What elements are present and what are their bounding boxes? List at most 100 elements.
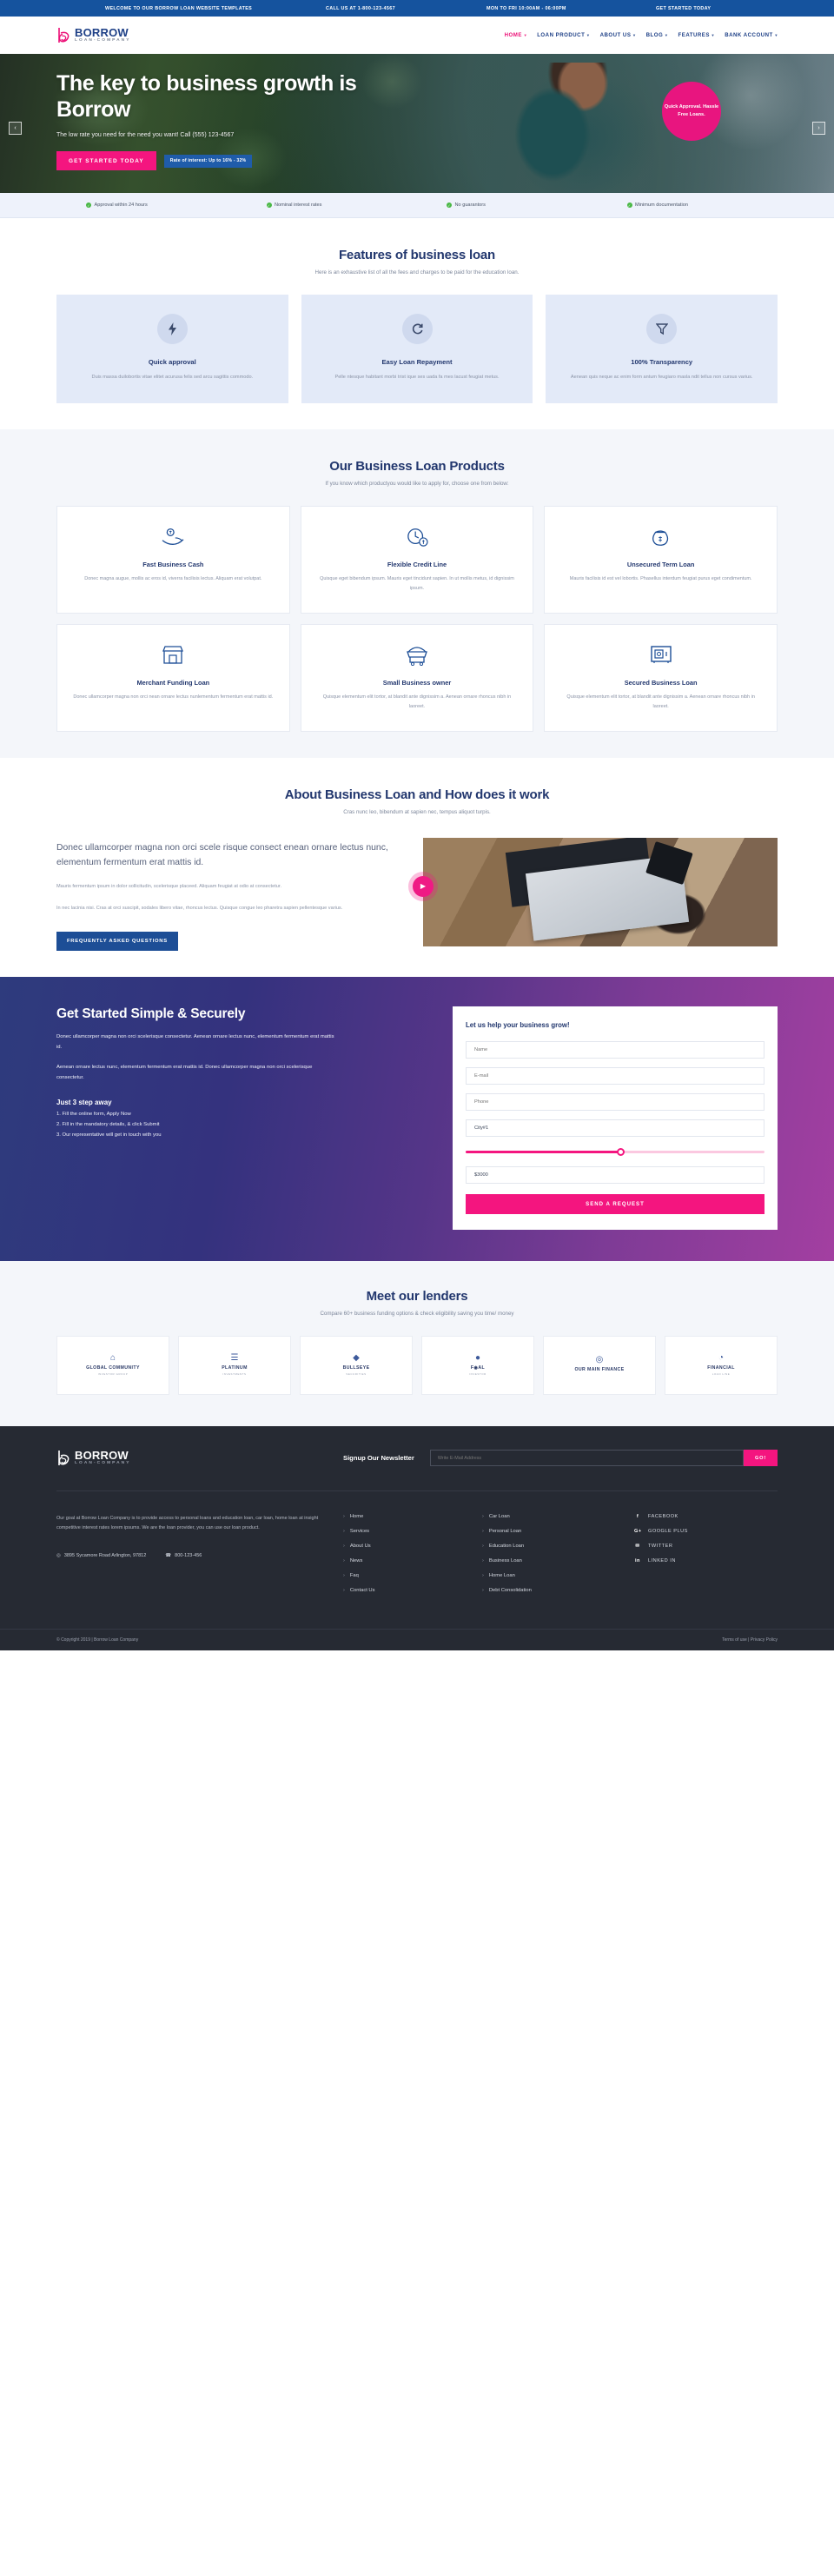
lender-card[interactable]: ● F◉AL INVESTOR <box>421 1335 534 1395</box>
product-card-flexible-credit-line[interactable]: Flexible Credit Line Quisque eget bibend… <box>300 505 534 614</box>
hero-get-started-button[interactable]: GET STARTED TODAY <box>56 151 156 171</box>
about-video-thumbnail[interactable] <box>423 837 778 946</box>
nav-item-features[interactable]: FEATURES ▾ <box>678 32 715 38</box>
footer-address: ◎ 3895 Sycamore Road Arlington, 97812 <box>56 1551 146 1560</box>
nav-item-about-us[interactable]: ABOUT US ▾ <box>600 32 636 38</box>
product-card-small-business-owner[interactable]: Small Business owner Quisque elementum e… <box>300 623 534 732</box>
chevron-down-icon: ▾ <box>524 32 527 37</box>
logo-name: BORROW <box>75 26 129 40</box>
lender-tagline: SECURITIES <box>346 1371 367 1376</box>
phone-icon: ☎ <box>165 1552 172 1558</box>
footer-phone[interactable]: ☎ 800-123-456 <box>165 1551 202 1560</box>
site-logo[interactable]: BORROW LOAN-COMPANY <box>56 26 131 45</box>
lender-tagline: INVESTOR GROUP <box>97 1371 129 1376</box>
lenders-section: Meet our lenders Compare 60+ business fu… <box>0 1260 834 1426</box>
lightning-bolt-icon <box>156 314 188 344</box>
product-card-unsecured-term-loan[interactable]: Unsecured Term Loan Mauris facilisis id … <box>544 505 778 614</box>
name-input[interactable] <box>466 1040 764 1059</box>
clock-money-icon <box>315 524 520 550</box>
topbar-cta[interactable]: GET STARTED TODAY <box>656 6 778 11</box>
footer-link-label: Faq <box>349 1572 359 1578</box>
footer-link-contact-us[interactable]: › Contact Us <box>343 1588 482 1593</box>
footer-link-label: Debt Consolidation <box>488 1587 532 1593</box>
footer-link-personal-loan[interactable]: › Personal Loan <box>482 1529 634 1534</box>
footer-about-column: Our goal at Borrow Loan Company is to pr… <box>56 1514 343 1603</box>
footer-logo[interactable]: BORROW LOAN-COMPANY <box>56 1449 343 1468</box>
footer-link-news[interactable]: › News <box>343 1558 482 1564</box>
privacy-policy-link[interactable]: Privacy Policy <box>751 1637 778 1643</box>
chevron-right-icon: › <box>482 1572 484 1578</box>
lender-card[interactable]: ◔ FINANCIAL LOAN LINE <box>665 1335 778 1395</box>
footer-links-column-1: › Home › Services › About Us › News › Fa… <box>343 1514 482 1603</box>
nav-item-bank-account[interactable]: BANK ACCOUNT ▾ <box>725 32 778 38</box>
get-started-paragraph-1: Donec ullamcorper magna non orci sceleri… <box>56 1033 334 1050</box>
nav-item-home[interactable]: HOME ▾ <box>505 32 527 38</box>
newsletter-submit-button[interactable]: GO! <box>744 1450 778 1467</box>
footer-logo-name: BORROW <box>75 1449 129 1463</box>
nav-label: LOAN PRODUCT <box>537 32 586 38</box>
product-card-secured-business-loan[interactable]: Secured Business Loan Quisque elementum … <box>544 623 778 732</box>
lender-card[interactable]: ◆ BULLSEYE SECURITIES <box>300 1335 413 1395</box>
email-input[interactable] <box>466 1066 764 1085</box>
footer-link-about-us[interactable]: › About Us <box>343 1544 482 1549</box>
social-link-twitter[interactable]: ✉ TWITTER <box>634 1544 688 1549</box>
social-link-google-plus[interactable]: G+ GOOGLE PLUS <box>634 1529 688 1534</box>
nav-label: HOME <box>504 32 522 38</box>
city-select[interactable] <box>466 1119 764 1137</box>
lender-logo-icon: ◆ <box>353 1353 360 1364</box>
trust-item: ✓ Approval within 24 hours <box>56 202 237 208</box>
product-desc: Donec magna augue, mollis ac eros id, vi… <box>84 575 262 581</box>
topbar-welcome: WELCOME TO OUR BORROW LOAN WEBSITE TEMPL… <box>105 5 253 11</box>
hero-next-button[interactable]: › <box>812 122 825 135</box>
steps-title: Just 3 step away <box>56 1098 112 1106</box>
chevron-right-icon: › <box>482 1513 484 1519</box>
footer-link-home-loan[interactable]: › Home Loan <box>482 1573 634 1578</box>
send-request-button[interactable]: SEND A REQUEST <box>466 1193 764 1214</box>
lender-card[interactable]: ◎ OUR MAIN FINANCE <box>543 1335 656 1395</box>
borrow-b-icon <box>56 1449 70 1468</box>
footer-link-label: Education Loan <box>488 1543 525 1549</box>
nav-item-blog[interactable]: BLOG ▾ <box>646 32 668 38</box>
chevron-right-icon: › <box>343 1557 345 1564</box>
social-link-facebook[interactable]: f FACEBOOK <box>634 1514 688 1519</box>
loan-amount-slider[interactable] <box>466 1147 764 1157</box>
amount-input[interactable] <box>466 1165 764 1184</box>
product-desc: Quisque eget bibendum ipsum. Mauris eget… <box>320 575 514 591</box>
hero-prev-button[interactable]: ‹ <box>9 122 22 135</box>
faq-button[interactable]: FREQUENTLY ASKED QUESTIONS <box>56 931 178 951</box>
footer-link-education-loan[interactable]: › Education Loan <box>482 1544 634 1549</box>
footer-link-label: Services <box>349 1528 370 1534</box>
footer-link-home[interactable]: › Home <box>343 1514 482 1519</box>
social-link-linkedin[interactable]: in LINKED IN <box>634 1558 688 1564</box>
product-card-fast-business-cash[interactable]: Fast Business Cash Donec magna augue, mo… <box>56 505 290 614</box>
footer-link-business-loan[interactable]: › Business Loan <box>482 1558 634 1564</box>
hero-subtitle: The low rate you need for the need you w… <box>56 132 235 138</box>
step-item: 2. Fill in the mandatory details, & clic… <box>56 1121 160 1127</box>
lender-card[interactable]: ☰ PLATINUM INVESTMENTS <box>178 1335 291 1395</box>
nav-label: BANK ACCOUNT <box>725 32 773 38</box>
chevron-right-icon: › <box>817 125 820 131</box>
social-label: LINKED IN <box>648 1557 676 1564</box>
terms-of-use-link[interactable]: Terms of use <box>722 1637 747 1643</box>
footer-link-car-loan[interactable]: › Car Loan <box>482 1514 634 1519</box>
newsletter-email-input[interactable] <box>429 1450 745 1467</box>
video-play-button[interactable]: ▶ <box>413 875 434 897</box>
phone-input[interactable] <box>466 1092 764 1111</box>
lender-name: GLOBAL COMMUNITY <box>86 1365 140 1371</box>
product-card-merchant-funding-loan[interactable]: Merchant Funding Loan Donec ullamcorper … <box>56 623 290 732</box>
trust-label: Approval within 24 hours <box>94 202 148 208</box>
nav-item-loan-product[interactable]: LOAN PRODUCT ▾ <box>537 32 589 38</box>
product-desc: Donec ullamcorper magna non orci nean or… <box>73 694 274 700</box>
footer-link-debt-consolidation[interactable]: › Debt Consolidation <box>482 1588 634 1593</box>
trust-label: Nominal interest rates <box>275 202 322 208</box>
topbar-phone[interactable]: CALL US AT 1-800-123-4567 <box>326 6 486 11</box>
lender-card[interactable]: ⌂ GLOBAL COMMUNITY INVESTOR GROUP <box>56 1335 169 1395</box>
footer-social-column: f FACEBOOK G+ GOOGLE PLUS ✉ TWITTER in L… <box>634 1514 688 1603</box>
slider-handle[interactable] <box>617 1147 626 1156</box>
chevron-right-icon: › <box>482 1587 484 1593</box>
footer-link-faq[interactable]: › Faq <box>343 1573 482 1578</box>
rate-of-interest-badge: Rate of interest: Up to 16% - 32% <box>163 154 253 168</box>
footer-link-services[interactable]: › Services <box>343 1529 482 1534</box>
footer-bottom-bar: © Copyright 2019 | Borrow Loan Company T… <box>0 1628 834 1650</box>
about-lead-text: Donec ullamcorper magna non orci scele r… <box>56 842 388 867</box>
